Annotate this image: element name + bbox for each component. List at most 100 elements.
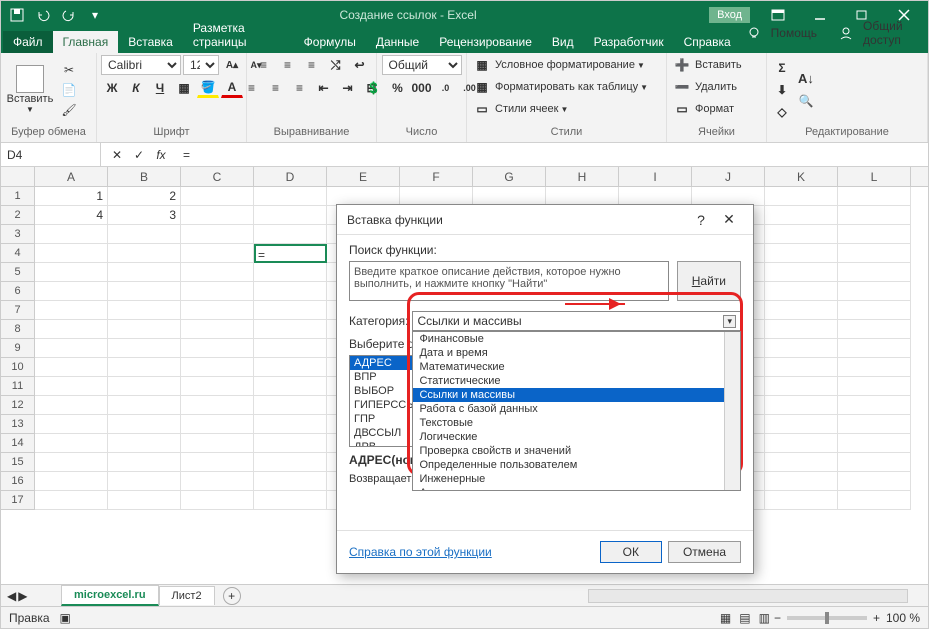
cell[interactable]: [765, 415, 838, 434]
increase-decimal-icon[interactable]: .0: [435, 78, 457, 98]
select-all-corner[interactable]: [1, 167, 35, 186]
cell[interactable]: [254, 434, 327, 453]
cell[interactable]: [254, 206, 327, 225]
row-header[interactable]: 10: [1, 358, 35, 377]
cell[interactable]: [108, 358, 181, 377]
cut-icon[interactable]: ✂: [59, 61, 79, 79]
cell[interactable]: [765, 187, 838, 206]
cell[interactable]: [838, 434, 911, 453]
cell[interactable]: [35, 225, 108, 244]
increase-font-icon[interactable]: A▴: [221, 55, 243, 75]
fx-icon[interactable]: fx: [151, 148, 171, 162]
sheet-tab-active[interactable]: microexcel.ru: [61, 585, 159, 606]
redo-icon[interactable]: [57, 3, 81, 27]
tab-view[interactable]: Вид: [542, 31, 584, 53]
tab-home[interactable]: Главная: [53, 31, 119, 53]
autosum-icon[interactable]: Σ: [771, 58, 793, 78]
cell[interactable]: [838, 453, 911, 472]
cell[interactable]: [181, 301, 254, 320]
cell[interactable]: [254, 320, 327, 339]
category-option[interactable]: Статистические: [413, 374, 740, 388]
category-option[interactable]: Финансовые: [413, 332, 740, 346]
fill-color-icon[interactable]: 🪣: [197, 78, 219, 98]
view-pagebreak-icon[interactable]: ▥: [759, 611, 770, 625]
cell[interactable]: [765, 434, 838, 453]
format-cells-button[interactable]: ▭Формат: [671, 99, 734, 119]
cell[interactable]: [181, 206, 254, 225]
fill-icon[interactable]: ⬇: [771, 80, 793, 100]
increase-indent-icon[interactable]: ⇥: [337, 78, 359, 98]
row-header[interactable]: 11: [1, 377, 35, 396]
dialog-close-icon[interactable]: ✕: [715, 211, 743, 228]
tab-developer[interactable]: Разработчик: [584, 31, 674, 53]
category-option[interactable]: Текстовые: [413, 416, 740, 430]
find-button[interactable]: Найти: [677, 261, 741, 301]
cell[interactable]: [765, 339, 838, 358]
cell[interactable]: [181, 491, 254, 510]
tab-layout[interactable]: Разметка страницы: [183, 17, 294, 53]
cell[interactable]: [35, 263, 108, 282]
cell[interactable]: [108, 453, 181, 472]
cell[interactable]: [181, 415, 254, 434]
cancel-button[interactable]: Отмена: [668, 541, 741, 563]
category-option[interactable]: Работа с базой данных: [413, 402, 740, 416]
cell[interactable]: [35, 453, 108, 472]
cell[interactable]: 2: [108, 187, 181, 206]
copy-icon[interactable]: 📄: [59, 81, 79, 99]
cell[interactable]: [181, 225, 254, 244]
italic-icon[interactable]: К: [125, 78, 147, 98]
tab-formulas[interactable]: Формулы: [294, 31, 366, 53]
cell[interactable]: [35, 244, 108, 263]
align-left-icon[interactable]: ≡: [241, 78, 263, 98]
cell[interactable]: [765, 206, 838, 225]
cell[interactable]: [181, 339, 254, 358]
column-header[interactable]: E: [327, 167, 400, 186]
sort-filter-icon[interactable]: A↓: [795, 69, 817, 89]
column-header[interactable]: G: [473, 167, 546, 186]
cell[interactable]: [181, 434, 254, 453]
cell[interactable]: [108, 396, 181, 415]
cell[interactable]: [765, 396, 838, 415]
column-header[interactable]: J: [692, 167, 765, 186]
insert-cells-button[interactable]: ➕Вставить: [671, 55, 742, 75]
undo-icon[interactable]: [31, 3, 55, 27]
underline-icon[interactable]: Ч: [149, 78, 171, 98]
cell[interactable]: [838, 491, 911, 510]
cell[interactable]: [35, 491, 108, 510]
cell[interactable]: [181, 263, 254, 282]
cell[interactable]: [838, 415, 911, 434]
row-header[interactable]: 16: [1, 472, 35, 491]
cell[interactable]: [35, 358, 108, 377]
tellme-button[interactable]: Помощь: [741, 20, 829, 46]
cell[interactable]: [765, 377, 838, 396]
view-pagelayout-icon[interactable]: ▤: [739, 611, 750, 625]
cell[interactable]: [181, 244, 254, 263]
row-header[interactable]: 17: [1, 491, 35, 510]
category-option[interactable]: Дата и время: [413, 346, 740, 360]
row-header[interactable]: 5: [1, 263, 35, 282]
horizontal-scrollbar[interactable]: [588, 589, 908, 603]
bold-icon[interactable]: Ж: [101, 78, 123, 98]
column-header[interactable]: H: [546, 167, 619, 186]
share-button[interactable]: Общий доступ: [833, 13, 920, 53]
cell[interactable]: [254, 263, 327, 282]
cell[interactable]: [838, 320, 911, 339]
paste-button[interactable]: Вставить ▼: [5, 57, 55, 123]
cell[interactable]: [838, 472, 911, 491]
column-header[interactable]: B: [108, 167, 181, 186]
tab-file[interactable]: Файл: [3, 31, 53, 53]
search-function-input[interactable]: Введите краткое описание действия, котор…: [349, 261, 669, 301]
cell[interactable]: [35, 472, 108, 491]
cell[interactable]: [765, 491, 838, 510]
row-header[interactable]: 2: [1, 206, 35, 225]
currency-icon[interactable]: 💲: [363, 78, 385, 98]
cell[interactable]: 4: [35, 206, 108, 225]
sheet-nav-prev-icon[interactable]: ◀: [7, 589, 16, 603]
qat-customize-icon[interactable]: ▾: [83, 3, 107, 27]
cancel-formula-icon[interactable]: ✕: [107, 148, 127, 162]
column-header[interactable]: C: [181, 167, 254, 186]
cell[interactable]: [108, 472, 181, 491]
cell[interactable]: [181, 187, 254, 206]
delete-cells-button[interactable]: ➖Удалить: [671, 77, 737, 97]
cell[interactable]: [254, 358, 327, 377]
